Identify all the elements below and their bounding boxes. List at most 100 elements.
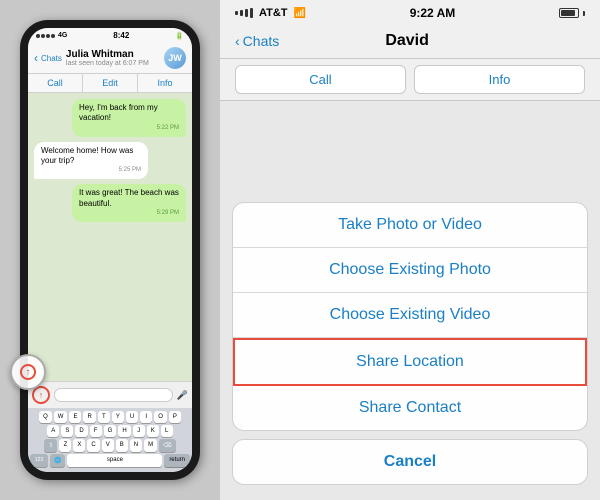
key-p[interactable]: P <box>169 411 181 423</box>
tab-call[interactable]: Call <box>235 65 406 94</box>
message-time: 5:25 PM <box>41 167 141 175</box>
nav-title: David <box>279 32 535 50</box>
chat-area: Hey, I'm back from my vacation! 5:22 PM … <box>28 93 192 381</box>
signal-indicator: 4G <box>36 32 67 39</box>
upload-icon: ↑ <box>20 364 36 380</box>
key-o[interactable]: O <box>154 411 167 423</box>
back-label-phone[interactable]: Chats <box>41 54 62 63</box>
phone-clock: 8:42 <box>113 31 129 40</box>
message-text: Welcome home! How was your trip? <box>41 146 141 167</box>
action-list: Take Photo or Video Choose Existing Phot… <box>232 202 588 431</box>
wifi-icon: 📶 <box>294 8 306 19</box>
phone-status-bar: 4G 8:42 🔋 <box>28 28 192 43</box>
key-u[interactable]: U <box>126 411 138 423</box>
contact-name: Julia Whitman <box>66 49 164 60</box>
key-b[interactable]: B <box>116 439 128 452</box>
action-share-contact[interactable]: Share Contact <box>233 386 587 430</box>
message-bubble: Welcome home! How was your trip? 5:25 PM <box>34 142 148 180</box>
key-s[interactable]: S <box>61 425 73 437</box>
message-text: It was great! The beach was beautiful. <box>79 188 179 209</box>
right-panel: AT&T 📶 9:22 AM ‹ Chats David Call Info T… <box>220 0 600 500</box>
back-icon[interactable]: ‹ <box>34 51 38 65</box>
carrier-signal: AT&T 📶 <box>235 7 306 19</box>
action-choose-video[interactable]: Choose Existing Video <box>233 293 587 338</box>
keyboard-row-2: A S D F G H J K L <box>30 425 190 437</box>
edit-button-phone[interactable]: Edit <box>83 74 138 92</box>
ios-clock: 9:22 AM <box>410 6 456 20</box>
key-v[interactable]: V <box>102 439 114 452</box>
signal-bar-1 <box>235 11 238 15</box>
message-bubble: It was great! The beach was beautiful. 5… <box>72 184 186 222</box>
key-q[interactable]: Q <box>39 411 52 423</box>
message-input[interactable] <box>54 388 173 402</box>
globe-key[interactable]: 🌐 <box>50 454 65 467</box>
key-k[interactable]: K <box>147 425 159 437</box>
keyboard-row-4: 123 🌐 space return <box>30 454 190 467</box>
action-share-location[interactable]: Share Location <box>233 338 587 386</box>
key-a[interactable]: A <box>47 425 59 437</box>
key-g[interactable]: G <box>104 425 117 437</box>
key-r[interactable]: R <box>83 411 95 423</box>
phone-battery: 🔋 <box>175 32 184 40</box>
key-d[interactable]: D <box>75 425 87 437</box>
message-bubble: Hey, I'm back from my vacation! 5:22 PM <box>72 99 186 137</box>
mic-icon[interactable]: 🎤 <box>177 390 188 401</box>
message-time: 5:22 PM <box>79 125 179 133</box>
message-text: Hey, I'm back from my vacation! <box>79 103 179 124</box>
cancel-button[interactable]: Cancel <box>232 439 588 485</box>
contact-info: Julia Whitman last seen today at 6:07 PM <box>66 49 164 67</box>
tab-row: Call Info <box>220 59 600 101</box>
key-f[interactable]: F <box>90 425 102 437</box>
message-time: 5:29 PM <box>79 210 179 218</box>
phone-header: ‹ Chats Julia Whitman last seen today at… <box>28 43 192 74</box>
signal-bar-4 <box>250 8 253 18</box>
carrier-name: AT&T <box>259 7 288 19</box>
key-m[interactable]: M <box>144 439 157 452</box>
key-z[interactable]: Z <box>59 439 71 452</box>
battery-tip <box>583 11 585 16</box>
zoom-indicator: ↑ <box>10 354 46 390</box>
key-n[interactable]: N <box>130 439 142 452</box>
back-button[interactable]: ‹ Chats <box>235 33 279 49</box>
avatar: JW <box>164 47 186 69</box>
phone-action-bar: Call Edit Info <box>28 74 192 93</box>
key-h[interactable]: H <box>118 425 130 437</box>
key-x[interactable]: X <box>73 439 85 452</box>
signal-bar-3 <box>245 9 248 17</box>
battery-icon <box>559 8 579 18</box>
action-choose-photo[interactable]: Choose Existing Photo <box>233 248 587 293</box>
ios-status-bar: AT&T 📶 9:22 AM <box>220 0 600 24</box>
battery-fill <box>561 10 575 16</box>
info-button-phone[interactable]: Info <box>138 74 192 92</box>
keyboard: Q W E R T Y U I O P A S D F G H <box>28 408 192 472</box>
phone-screen: 4G 8:42 🔋 ‹ Chats Julia Whitman last see… <box>28 28 192 472</box>
left-phone: 4G 8:42 🔋 ‹ Chats Julia Whitman last see… <box>0 0 220 500</box>
network-type: 4G <box>58 32 67 39</box>
action-take-photo[interactable]: Take Photo or Video <box>233 203 587 248</box>
return-key[interactable]: return <box>164 454 190 467</box>
key-c[interactable]: C <box>87 439 99 452</box>
key-i[interactable]: I <box>140 411 152 423</box>
signal-bar-2 <box>240 10 243 16</box>
key-t[interactable]: T <box>98 411 110 423</box>
back-nav-label[interactable]: Chats <box>243 33 280 49</box>
key-y[interactable]: Y <box>112 411 124 423</box>
keyboard-row-3: ⇧ Z X C V B N M ⌫ <box>30 439 190 452</box>
key-w[interactable]: W <box>54 411 68 423</box>
back-chevron-icon: ‹ <box>235 33 240 49</box>
phone-device: 4G 8:42 🔋 ‹ Chats Julia Whitman last see… <box>20 20 200 480</box>
key-j[interactable]: J <box>133 425 145 437</box>
ios-battery <box>559 8 585 18</box>
tab-info[interactable]: Info <box>414 65 585 94</box>
keyboard-row-1: Q W E R T Y U I O P <box>30 411 190 423</box>
call-button-phone[interactable]: Call <box>28 74 83 92</box>
contact-status: last seen today at 6:07 PM <box>66 60 164 67</box>
chat-input-area: ↑ 🎤 <box>28 381 192 408</box>
delete-key[interactable]: ⌫ <box>159 439 175 452</box>
key-e[interactable]: E <box>69 411 81 423</box>
shift-key[interactable]: ⇧ <box>44 439 57 452</box>
key-l[interactable]: L <box>161 425 173 437</box>
numbers-key[interactable]: 123 <box>30 454 48 467</box>
space-key[interactable]: space <box>67 454 162 467</box>
action-sheet: Take Photo or Video Choose Existing Phot… <box>220 101 600 500</box>
